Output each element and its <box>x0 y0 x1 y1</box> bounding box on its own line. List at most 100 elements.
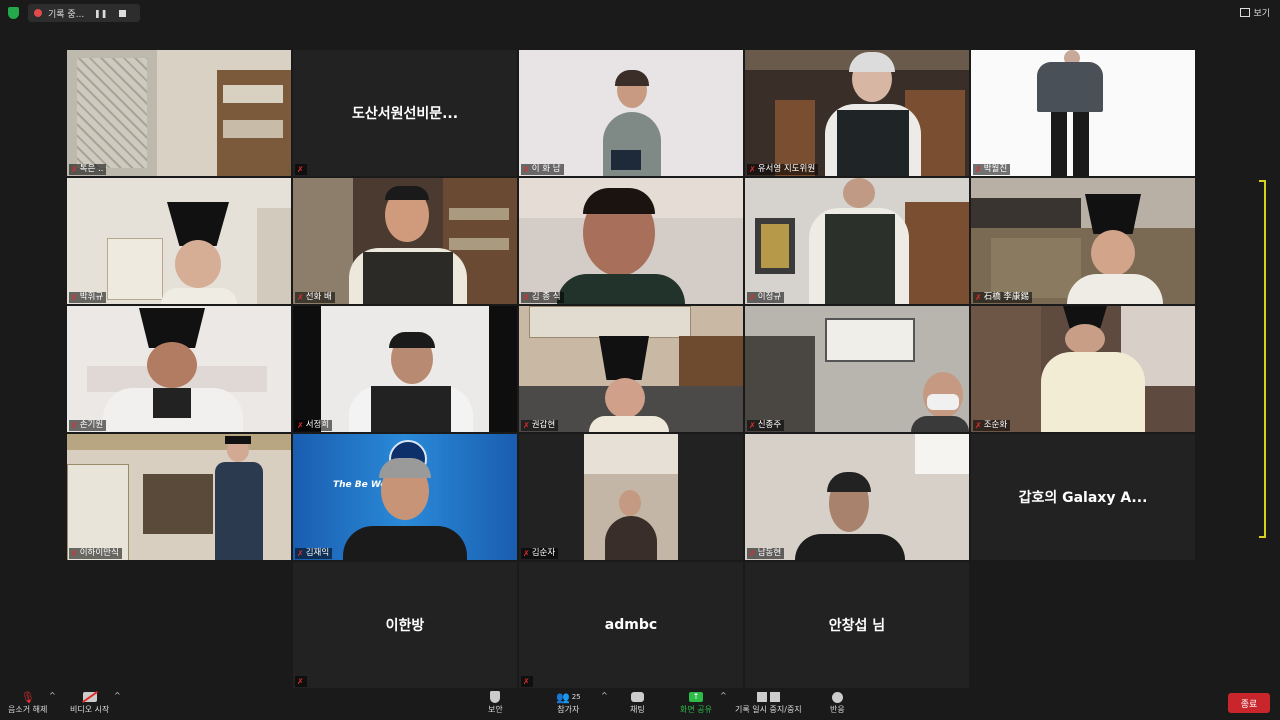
participant-name: ✗ 손기원 <box>69 420 107 431</box>
chat-icon <box>630 690 644 704</box>
participant-name: ✗ <box>521 676 533 687</box>
participant-name: ✗ 김순자 <box>521 548 559 559</box>
record-dot-icon <box>34 9 42 17</box>
pause-record-label: 기록 일시 중지/중지 <box>735 705 802 714</box>
mic-muted-icon: ✗ <box>975 165 982 174</box>
recording-indicator[interactable]: 기록 중... ❚❚ <box>28 4 140 22</box>
participants-count: 25 <box>571 693 581 701</box>
chat-label: 채팅 <box>630 705 645 714</box>
mic-muted-icon: ✗ <box>749 549 756 558</box>
video-tile[interactable]: ✗ 石橋 李康錫 <box>971 178 1195 304</box>
meeting-toolbar: 🎙 음소거 해제 ^ 비디오 시작 ^ 보안 👥 25 참가자 ^ 채팅 ↑ 화면… <box>0 688 1280 720</box>
grid-view-icon <box>1240 8 1251 17</box>
mic-muted-icon: ✗ <box>71 165 78 174</box>
smiley-icon <box>831 690 843 704</box>
participant-name: ✗ 신종주 <box>747 420 785 431</box>
share-options-chevron-icon[interactable]: ^ <box>720 691 727 700</box>
audio-options-chevron-icon[interactable]: ^ <box>49 691 56 700</box>
video-tile[interactable]: 이한방 ✗ <box>293 562 517 688</box>
stop-icon[interactable] <box>119 9 127 17</box>
mic-muted-icon: ✗ <box>297 549 304 558</box>
participants-label: 참가자 <box>557 705 580 714</box>
video-options-chevron-icon[interactable]: ^ <box>114 691 121 700</box>
share-screen-button[interactable]: ↑ 화면 공유 <box>680 690 712 715</box>
mic-muted-icon: ✗ <box>523 165 530 174</box>
video-tile[interactable]: ✗ 박휘규 <box>67 178 291 304</box>
share-screen-label: 화면 공유 <box>680 705 712 714</box>
reactions-label: 반응 <box>830 705 845 714</box>
video-tile[interactable]: ✗ 톡은 .. <box>67 50 291 176</box>
video-tile[interactable]: ✗ 유서영 지도위원 <box>745 50 969 176</box>
security-button[interactable]: 보안 <box>488 690 503 715</box>
mic-muted-icon: ✗ <box>523 421 530 430</box>
video-tile[interactable]: admbc ✗ <box>519 562 743 688</box>
unmute-button[interactable]: 🎙 음소거 해제 <box>8 690 47 715</box>
shield-icon <box>490 690 501 704</box>
participant-name-large: 안창섭 님 <box>828 618 886 634</box>
video-tile[interactable]: The Be World ✗ 김재익 <box>293 434 517 560</box>
video-tile[interactable]: ✗ 조순화 <box>971 306 1195 432</box>
participant-name: ✗ 박월진 <box>973 164 1011 175</box>
share-screen-icon: ↑ <box>688 690 703 704</box>
video-tile[interactable]: 도산서원선비문... ✗ <box>293 50 517 176</box>
participant-name: ✗ 조순화 <box>973 420 1011 431</box>
view-button[interactable]: 보기 <box>1240 6 1270 19</box>
mic-muted-icon: 🎙 <box>20 690 35 704</box>
video-tile[interactable]: ✗ 김순자 <box>519 434 743 560</box>
mic-muted-icon: ✗ <box>297 165 304 174</box>
pause-stop-icon <box>756 690 780 704</box>
mic-muted-icon: ✗ <box>523 549 530 558</box>
participants-icon: 👥 25 <box>556 690 581 704</box>
mic-muted-icon: ✗ <box>749 293 756 302</box>
video-tile[interactable]: 갑호의 Galaxy A... <box>971 434 1195 560</box>
participant-name-large: 이한방 <box>385 618 425 634</box>
mic-muted-icon: ✗ <box>71 421 78 430</box>
participants-options-chevron-icon[interactable]: ^ <box>601 691 608 700</box>
start-video-button[interactable]: 비디오 시작 <box>70 690 109 715</box>
mic-muted-icon: ✗ <box>749 165 756 174</box>
video-tile[interactable]: ✗ 서정희 <box>293 306 517 432</box>
mic-muted-icon: ✗ <box>975 293 982 302</box>
video-tile[interactable]: ✗ 손기원 <box>67 306 291 432</box>
reactions-button[interactable]: 반응 <box>830 690 845 715</box>
meeting-top-bar: 기록 중... ❚❚ 보기 <box>0 0 1280 26</box>
video-tile[interactable]: ✗ 남동현 <box>745 434 969 560</box>
security-label: 보안 <box>488 705 503 714</box>
mic-muted-icon: ✗ <box>297 677 304 686</box>
participant-name: ✗ 유서영 지도위원 <box>747 164 819 175</box>
participant-name: ✗ 이정규 <box>747 292 785 303</box>
participant-name-large: 도산서원선비문... <box>351 106 459 122</box>
mic-muted-icon: ✗ <box>975 421 982 430</box>
end-meeting-button[interactable]: 종료 <box>1228 693 1270 713</box>
video-tile[interactable]: ✗ 김 종 식 <box>519 178 743 304</box>
video-tile[interactable]: ✗ 박월진 <box>971 50 1195 176</box>
video-tile[interactable]: ✗ 신종주 <box>745 306 969 432</box>
mic-muted-icon: ✗ <box>749 421 756 430</box>
mic-muted-icon: ✗ <box>523 677 530 686</box>
chat-button[interactable]: 채팅 <box>630 690 645 715</box>
pause-stop-record-button[interactable]: 기록 일시 중지/중지 <box>735 690 802 715</box>
mic-muted-icon: ✗ <box>71 549 78 558</box>
participant-name: ✗ 권갑현 <box>521 420 559 431</box>
participant-name: ✗ 이하이만식 <box>69 548 122 559</box>
participant-name: ✗ 선화 배 <box>295 292 335 303</box>
participants-button[interactable]: 👥 25 참가자 <box>556 690 581 715</box>
video-tile[interactable]: ✗ 이 화 남 <box>519 50 743 176</box>
participant-name: ✗ 石橋 李康錫 <box>973 292 1032 303</box>
video-tile[interactable]: ✗ 이하이만식 <box>67 434 291 560</box>
video-tile[interactable]: 안창섭 님 <box>745 562 969 688</box>
unmute-label: 음소거 해제 <box>8 705 48 714</box>
video-tile[interactable]: ✗ 이정규 <box>745 178 969 304</box>
video-tile[interactable]: ✗ 권갑현 <box>519 306 743 432</box>
video-tile[interactable]: ✗ 선화 배 <box>293 178 517 304</box>
video-off-icon <box>81 690 98 704</box>
recording-label: 기록 중... <box>48 9 85 20</box>
participant-name: ✗ 이 화 남 <box>521 164 564 175</box>
security-shield-icon[interactable] <box>8 7 19 19</box>
participant-name-large: 갑호의 Galaxy A... <box>1018 490 1148 506</box>
participant-name: ✗ 김 종 식 <box>521 292 564 303</box>
mic-muted-icon: ✗ <box>523 293 530 302</box>
pause-icon[interactable]: ❚❚ <box>94 9 107 18</box>
start-video-label: 비디오 시작 <box>70 705 110 714</box>
view-label: 보기 <box>1253 9 1270 19</box>
